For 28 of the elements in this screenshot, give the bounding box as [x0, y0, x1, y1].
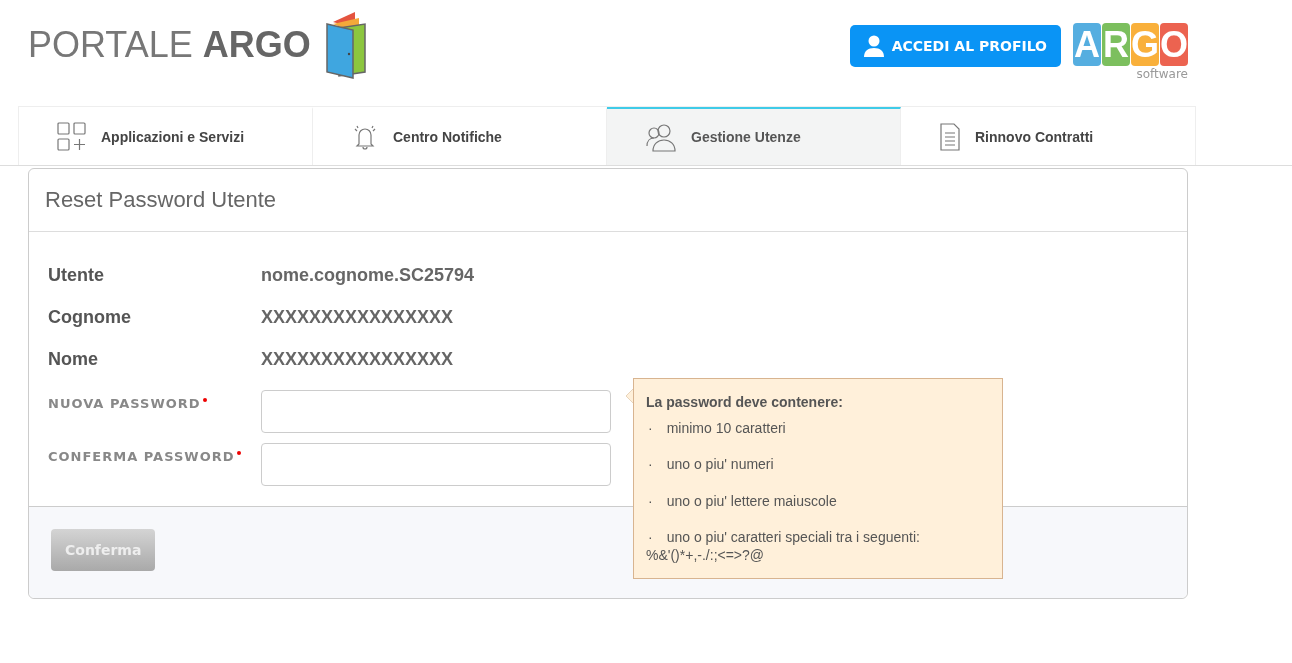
field-label: Nome	[48, 348, 99, 370]
people-icon	[645, 122, 677, 152]
brand-subtitle: software	[1136, 67, 1188, 81]
tooltip-title: La password deve contenere:	[646, 393, 844, 412]
password-field[interactable]	[261, 443, 611, 486]
grid-plus-icon	[57, 122, 87, 152]
book-logo-icon	[324, 10, 367, 80]
brand-letter: A	[1073, 23, 1101, 66]
field-value: XXXXXXXXXXXXXXXX	[261, 306, 455, 328]
requirement-text: · uno o piu' lettere maiuscole	[647, 491, 838, 510]
field-label: Utente	[48, 264, 105, 286]
brand-letter: O	[1160, 23, 1188, 66]
brand-letter: R	[1102, 23, 1130, 66]
field-label: Cognome	[48, 306, 132, 328]
requirement-text: · uno o piu' numeri	[647, 455, 775, 474]
user-icon	[863, 35, 884, 57]
brand-letter: G	[1131, 23, 1159, 66]
nav-tab[interactable]: Gestione Utenze	[607, 107, 901, 165]
card-title: Reset Password Utente	[29, 169, 1187, 232]
password-field[interactable]	[261, 390, 611, 433]
document-icon	[939, 122, 961, 152]
field-value: nome.cognome.SC25794	[261, 264, 476, 286]
requirement-text: · minimo 10 caratteri	[647, 419, 787, 438]
field-label: NUOVA PASSWORD	[48, 396, 201, 411]
field-label: CONFERMA PASSWORD	[48, 449, 235, 464]
field-value: XXXXXXXXXXXXXXXX	[261, 348, 455, 370]
portal-title: PORTALE ARGO	[28, 24, 311, 66]
requirement-text: · uno o piu' caratteri speciali tra i seguenti: %&'()*+,-./:;<=>?@	[646, 527, 921, 565]
